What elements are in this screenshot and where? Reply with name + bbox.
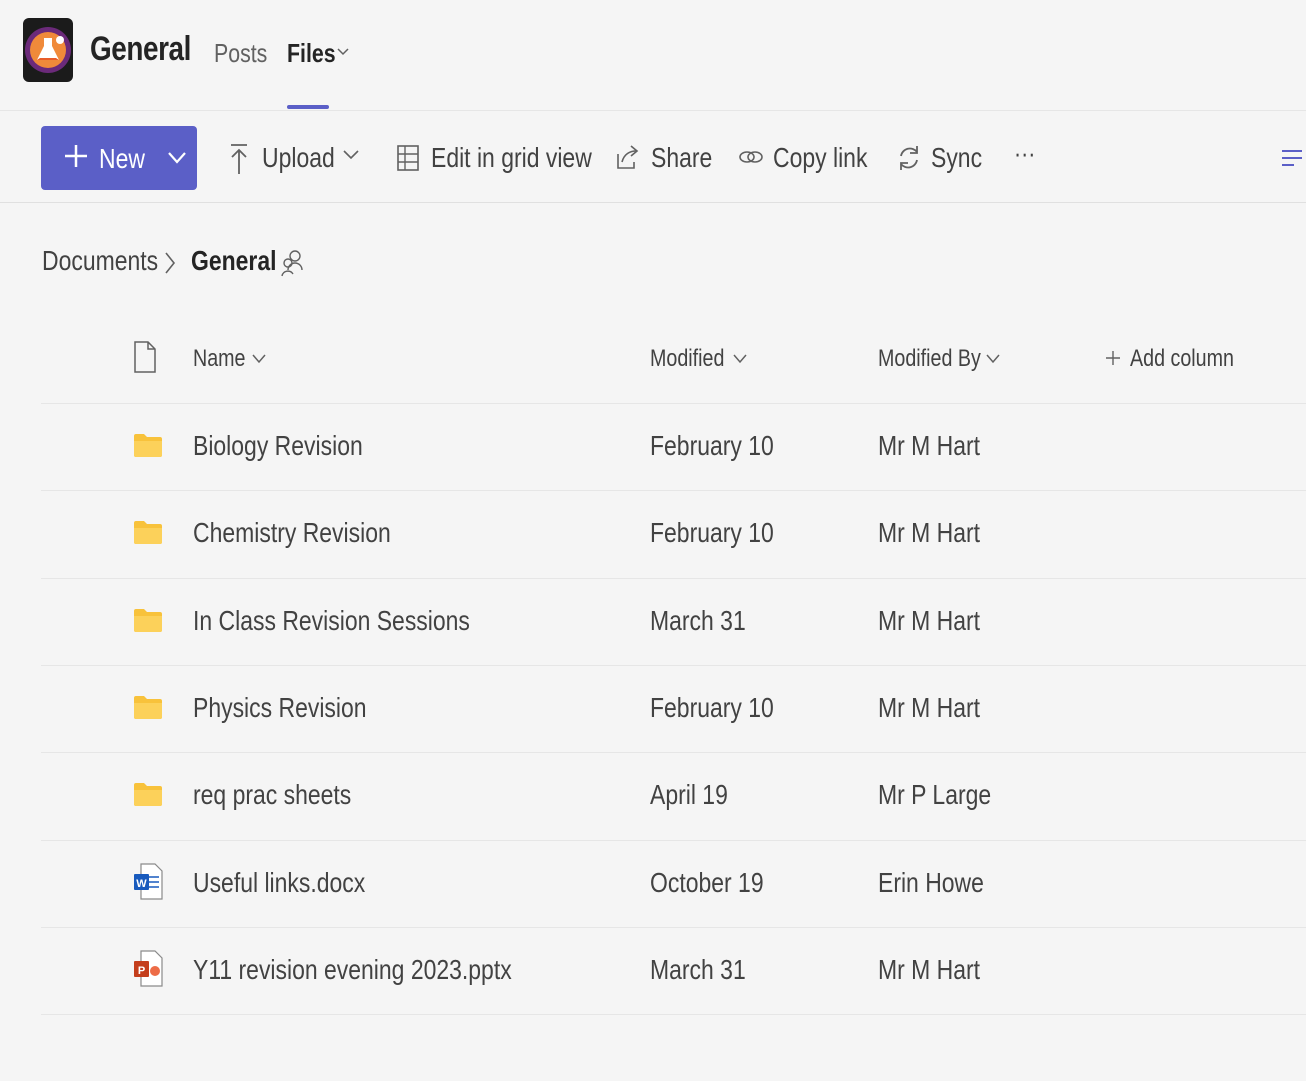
share-icon: [614, 142, 640, 177]
copy-link-label: Copy link: [773, 142, 868, 173]
chevron-down-icon[interactable]: [985, 352, 1001, 370]
file-name[interactable]: Y11 revision evening 2023.pptx: [193, 954, 512, 986]
modified-by: Mr M Hart: [878, 430, 981, 461]
modified-by: Mr M Hart: [878, 691, 981, 723]
sync-icon: [896, 142, 922, 179]
column-header-modified-by[interactable]: Modified By: [878, 345, 981, 373]
modified-date: February 10: [650, 430, 774, 461]
folder-icon: [133, 519, 163, 550]
modified-by: Mr M Hart: [878, 517, 981, 549]
modified-date: February 10: [650, 691, 774, 723]
link-icon: [738, 142, 764, 177]
team-title: General: [90, 30, 191, 68]
file-name[interactable]: In Class Revision Sessions: [193, 605, 470, 637]
svg-text:W: W: [136, 878, 147, 890]
file-name[interactable]: Useful links.docx: [193, 867, 365, 899]
upload-label: Upload: [262, 142, 335, 173]
svg-text:P: P: [138, 965, 145, 977]
chevron-down-icon[interactable]: [732, 352, 748, 370]
table-row[interactable]: In Class Revision Sessions March 31 Mr M H…: [41, 578, 1306, 665]
grid-icon: [396, 142, 420, 179]
chevron-down-icon: [342, 148, 360, 167]
table-row[interactable]: Biology Revision February 10 Mr M Hart: [41, 403, 1306, 490]
chevron-down-icon[interactable]: [336, 45, 350, 64]
modified-date: October 19: [650, 866, 764, 898]
folder-icon: [133, 432, 163, 463]
table-row[interactable]: Chemistry Revision February 10 Mr M Hart: [41, 490, 1306, 577]
file-name[interactable]: req prac sheets: [193, 779, 351, 811]
plus-icon: [63, 143, 89, 174]
channel-header: General Posts Files: [0, 0, 1306, 111]
new-button[interactable]: New: [41, 126, 197, 190]
new-button-label: New: [99, 143, 145, 174]
modified-by: Mr P Large: [878, 779, 992, 811]
table-row[interactable]: P Y11 revision evening 2023.pptx March 31 M…: [41, 927, 1306, 1014]
modified-date: April 19: [650, 779, 728, 811]
command-bar: New Upload Edit in grid view Share Copy …: [0, 112, 1306, 203]
table-row[interactable]: W Useful links.docx October 19 Erin Howe: [41, 840, 1306, 927]
active-tab-indicator: [287, 105, 329, 109]
file-name[interactable]: Biology Revision: [193, 430, 363, 462]
edit-grid-view-button[interactable]: Edit in grid view: [396, 140, 592, 179]
folder-icon: [133, 781, 163, 812]
edit-grid-view-label: Edit in grid view: [431, 142, 592, 173]
people-icon[interactable]: [280, 248, 304, 283]
team-logo: [23, 18, 73, 82]
word-document-icon: W: [133, 862, 163, 906]
modified-date: February 10: [650, 517, 774, 549]
tab-posts[interactable]: Posts: [214, 38, 267, 69]
add-column-button[interactable]: Add column: [1130, 345, 1234, 373]
modified-date: March 31: [650, 604, 746, 636]
share-label: Share: [651, 142, 713, 173]
file-type-icon: [133, 340, 157, 379]
breadcrumb-documents[interactable]: Documents: [42, 245, 158, 277]
sync-button[interactable]: Sync: [896, 140, 983, 179]
modified-by: Erin Howe: [878, 866, 984, 898]
divider: [41, 1014, 1306, 1015]
chevron-down-icon: [167, 151, 187, 170]
file-name[interactable]: Physics Revision: [193, 692, 367, 724]
sync-label: Sync: [931, 142, 983, 173]
column-header-name[interactable]: Name: [193, 345, 246, 373]
chevron-right-icon: [163, 250, 177, 281]
chevron-down-icon[interactable]: [251, 352, 267, 370]
file-name[interactable]: Chemistry Revision: [193, 517, 391, 549]
upload-button[interactable]: Upload: [228, 140, 364, 176]
more-options-icon: ···: [1014, 138, 1036, 168]
view-options-icon[interactable]: [1280, 146, 1304, 175]
table-row[interactable]: req prac sheets April 19 Mr P Large: [41, 752, 1306, 839]
upload-icon: [228, 142, 250, 181]
share-button[interactable]: Share: [614, 140, 712, 177]
modified-by: Mr M Hart: [878, 953, 981, 985]
folder-icon: [133, 607, 163, 638]
folder-icon: [133, 694, 163, 725]
column-header-modified[interactable]: Modified: [650, 345, 724, 373]
copy-link-button[interactable]: Copy link: [738, 140, 868, 177]
more-options-button[interactable]: ···: [1014, 138, 1048, 176]
powerpoint-icon: P: [133, 950, 163, 993]
plus-icon[interactable]: [1105, 350, 1121, 371]
modified-by: Mr M Hart: [878, 604, 981, 636]
modified-date: March 31: [650, 953, 746, 985]
tab-files[interactable]: Files: [287, 38, 336, 69]
breadcrumb-current: General: [191, 245, 277, 276]
table-row[interactable]: Physics Revision February 10 Mr M Hart: [41, 665, 1306, 752]
